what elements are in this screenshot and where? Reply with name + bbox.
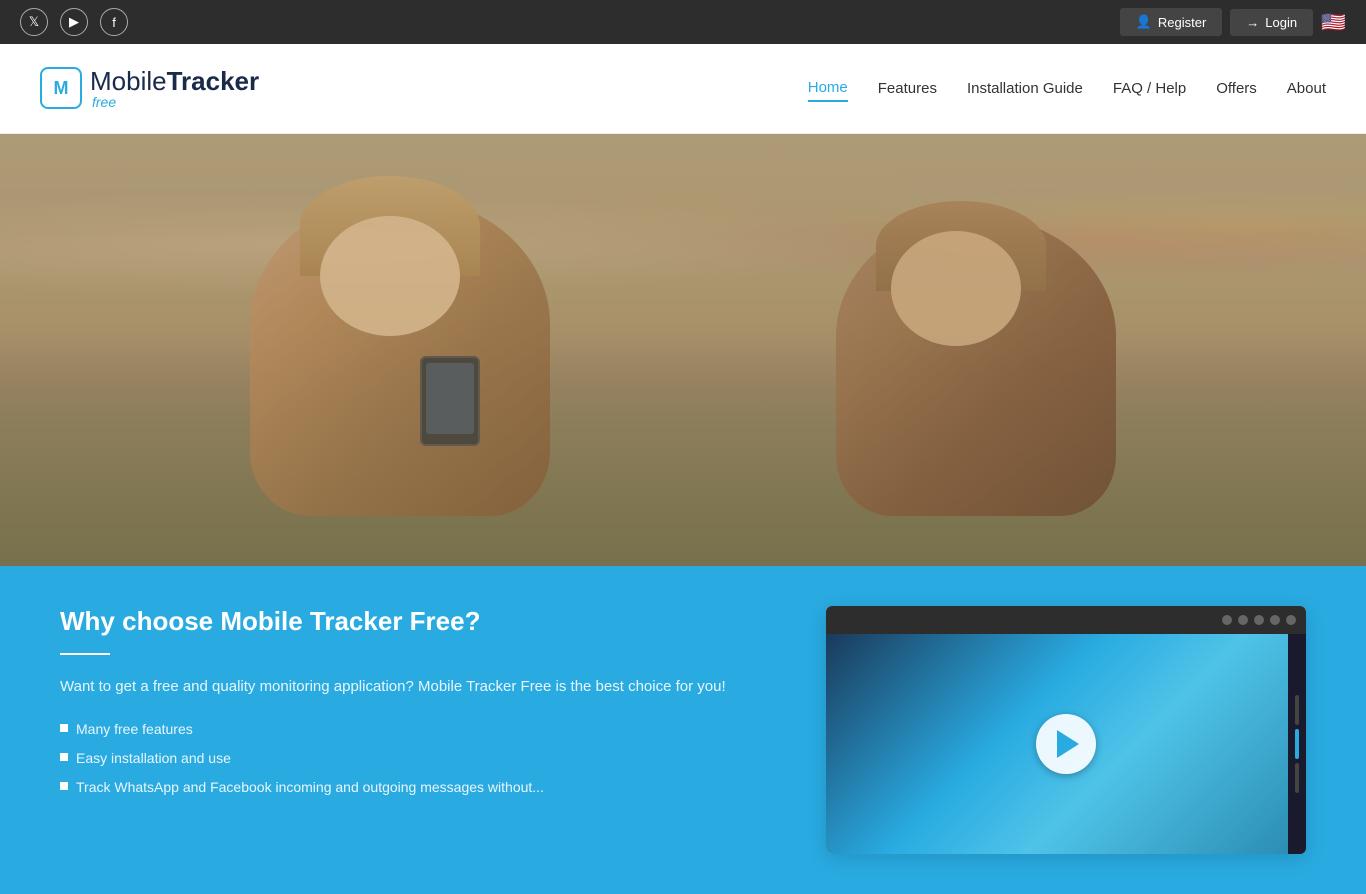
top-actions: 👤 Register → Login 🇺🇸 bbox=[1120, 8, 1346, 36]
logo-text: MobileTracker free bbox=[90, 67, 259, 111]
list-item: Easy installation and use bbox=[60, 748, 766, 769]
hero-overlay bbox=[0, 134, 1366, 566]
register-button[interactable]: 👤 Register bbox=[1120, 8, 1223, 36]
vid-dot-4 bbox=[1270, 615, 1280, 625]
bullet-icon bbox=[60, 753, 68, 761]
why-list: Many free features Easy installation and… bbox=[60, 719, 766, 798]
nav-about[interactable]: About bbox=[1287, 76, 1326, 101]
hero-section bbox=[0, 134, 1366, 566]
nav-installation[interactable]: Installation Guide bbox=[967, 76, 1083, 101]
top-bar: 𝕏 ▶ f 👤 Register → Login 🇺🇸 bbox=[0, 0, 1366, 44]
sidebar-bar bbox=[1295, 695, 1299, 725]
register-label: Register bbox=[1158, 15, 1206, 30]
list-item: Track WhatsApp and Facebook incoming and… bbox=[60, 777, 766, 798]
video-screen bbox=[826, 634, 1306, 854]
video-panel bbox=[826, 606, 1306, 854]
language-selector[interactable]: 🇺🇸 bbox=[1321, 10, 1346, 35]
logo-icon: M bbox=[40, 67, 82, 109]
vid-dot-2 bbox=[1238, 615, 1248, 625]
login-button[interactable]: → Login bbox=[1230, 9, 1313, 36]
vid-dot-1 bbox=[1222, 615, 1232, 625]
nav-offers[interactable]: Offers bbox=[1216, 76, 1257, 101]
vid-dot-3 bbox=[1254, 615, 1264, 625]
list-item-text: Easy installation and use bbox=[76, 748, 231, 769]
twitter-icon[interactable]: 𝕏 bbox=[20, 8, 48, 36]
why-divider bbox=[60, 653, 110, 655]
video-sidebar bbox=[1288, 634, 1306, 854]
facebook-icon[interactable]: f bbox=[100, 8, 128, 36]
flag-icon: 🇺🇸 bbox=[1321, 12, 1346, 34]
logo-sub: free bbox=[92, 95, 259, 110]
nav-features[interactable]: Features bbox=[878, 76, 937, 101]
why-title: Why choose Mobile Tracker Free? bbox=[60, 606, 766, 637]
youtube-icon[interactable]: ▶ bbox=[60, 8, 88, 36]
logo-plain: Mobile bbox=[90, 66, 167, 96]
logo[interactable]: M MobileTracker free bbox=[40, 67, 259, 111]
logo-bold: Tracker bbox=[167, 66, 260, 96]
list-item: Many free features bbox=[60, 719, 766, 740]
list-item-text: Many free features bbox=[76, 719, 193, 740]
hero-background bbox=[0, 134, 1366, 566]
main-nav: Home Features Installation Guide FAQ / H… bbox=[808, 75, 1326, 102]
nav-faq[interactable]: FAQ / Help bbox=[1113, 76, 1186, 101]
why-content: Why choose Mobile Tracker Free? Want to … bbox=[60, 606, 766, 806]
login-label: Login bbox=[1265, 15, 1297, 30]
video-top-bar bbox=[826, 606, 1306, 634]
bullet-icon bbox=[60, 724, 68, 732]
sidebar-bar-active bbox=[1295, 729, 1299, 759]
play-icon bbox=[1057, 730, 1079, 758]
bullet-icon bbox=[60, 782, 68, 790]
header: M MobileTracker free Home Features Insta… bbox=[0, 44, 1366, 134]
register-icon: 👤 bbox=[1136, 14, 1152, 30]
why-section: Why choose Mobile Tracker Free? Want to … bbox=[0, 566, 1366, 894]
vid-dot-5 bbox=[1286, 615, 1296, 625]
nav-home[interactable]: Home bbox=[808, 75, 848, 102]
why-body: Want to get a free and quality monitorin… bbox=[60, 675, 766, 699]
social-icons: 𝕏 ▶ f bbox=[20, 8, 128, 36]
play-button[interactable] bbox=[1036, 714, 1096, 774]
list-item-text: Track WhatsApp and Facebook incoming and… bbox=[76, 777, 544, 798]
login-icon: → bbox=[1246, 15, 1259, 30]
hero-scene bbox=[0, 134, 1366, 566]
